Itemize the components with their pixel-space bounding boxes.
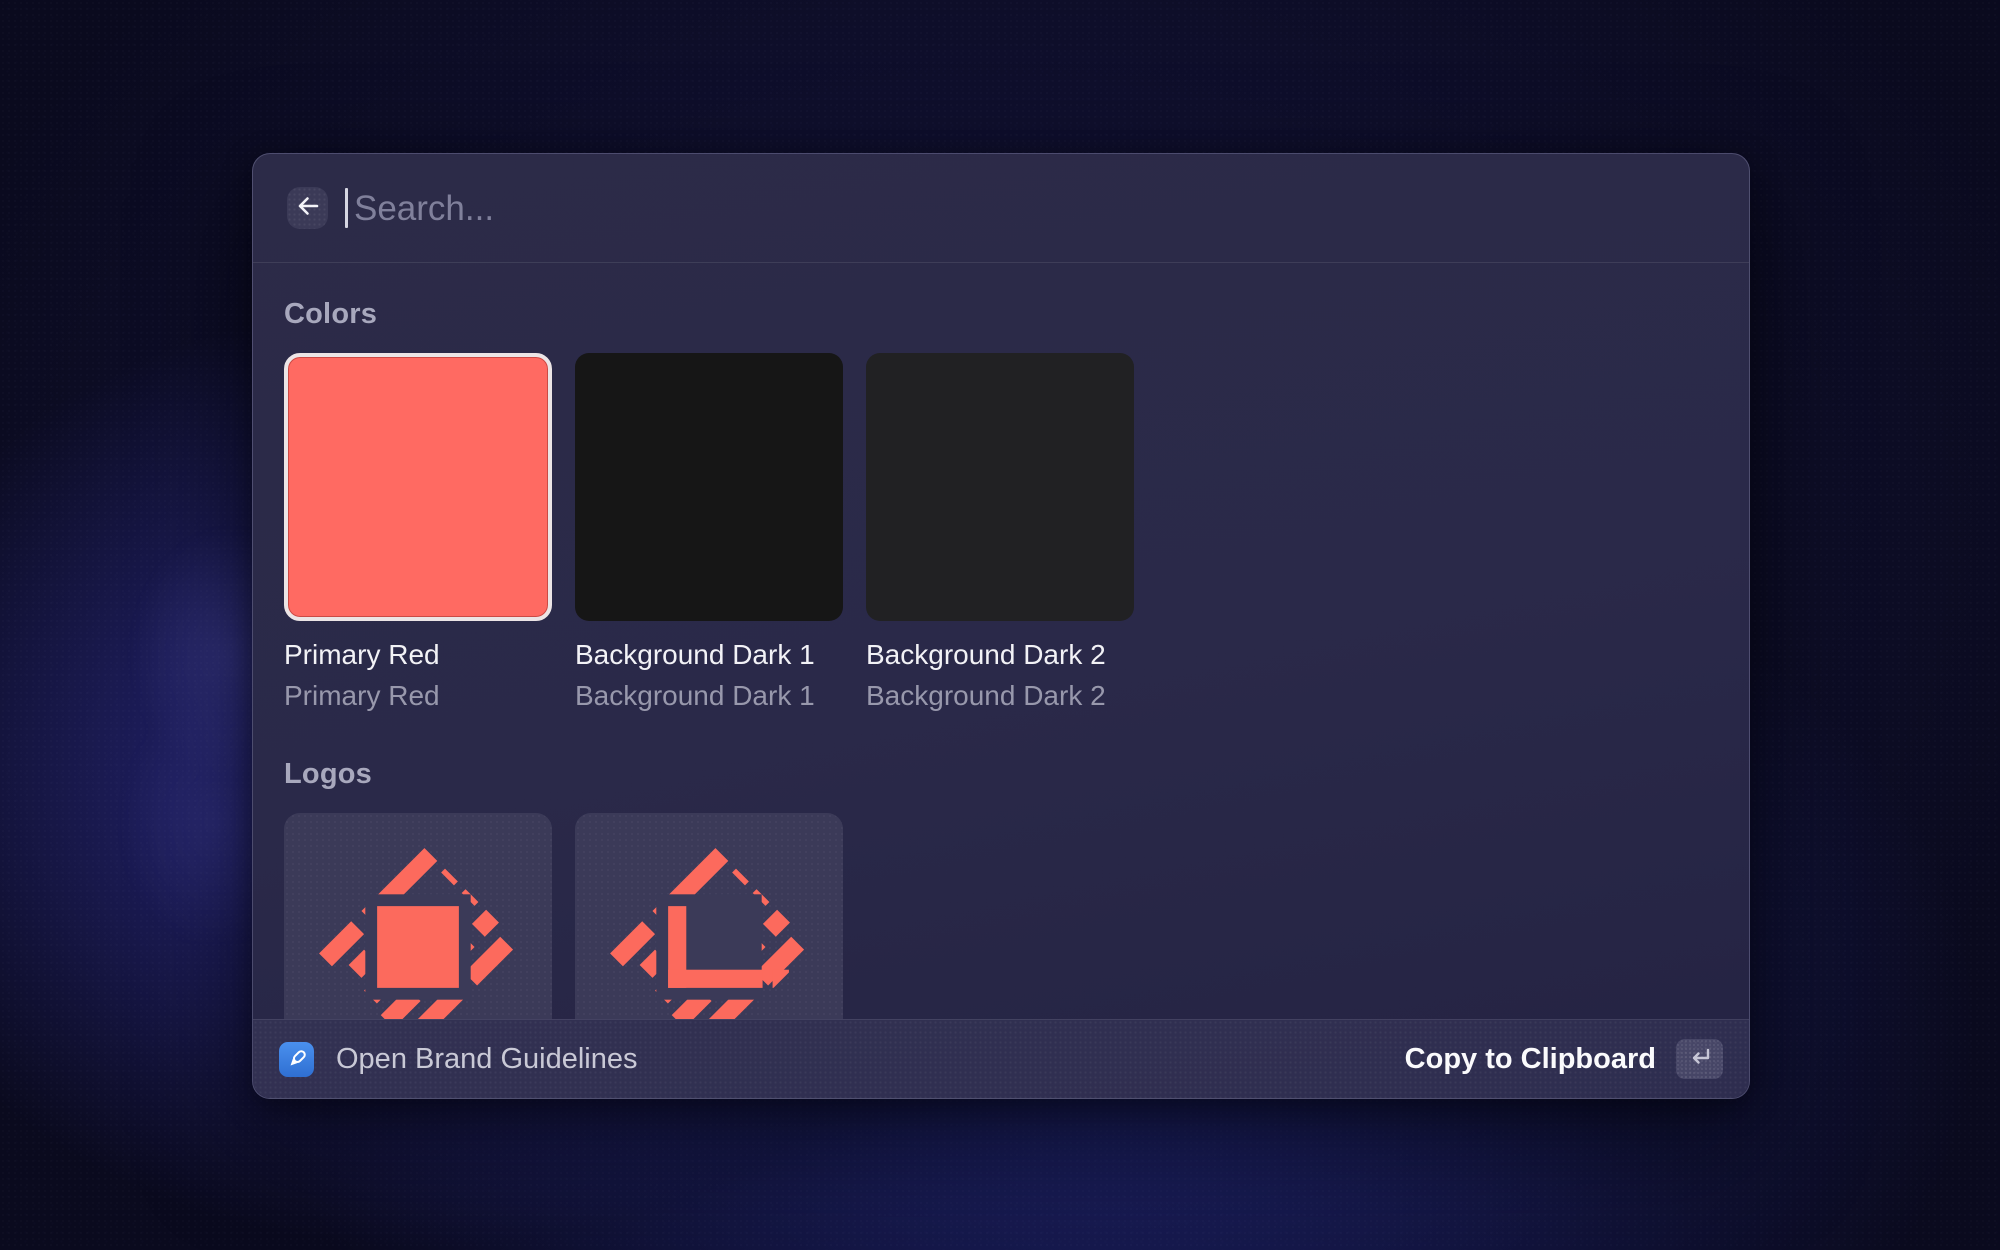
color-item-background-dark-1[interactable]: Background Dark 1 Background Dark 1 [575,353,843,712]
color-item-subtitle: Primary Red [284,680,552,712]
color-item-subtitle: Background Dark 2 [866,680,1134,712]
results-list: Colors Primary Red Primary Red Backgroun… [253,264,1749,1019]
color-swatch-selected[interactable] [284,353,552,621]
color-item-background-dark-2[interactable]: Background Dark 2 Background Dark 2 [866,353,1134,712]
color-item-primary-red[interactable]: Primary Red Primary Red [284,353,552,712]
color-item-name: Primary Red [284,639,552,671]
logo-item-filled[interactable] [284,813,552,1019]
text-caret [345,188,348,228]
brand-logo-filled-square-icon [309,838,527,1019]
brand-logo-outline-square-icon [600,838,818,1019]
color-item-name: Background Dark 2 [866,639,1134,671]
copy-to-clipboard-action[interactable]: Copy to Clipboard [1405,1039,1723,1079]
color-swatch[interactable] [575,353,843,621]
color-item-name: Background Dark 1 [575,639,843,671]
arrow-left-icon [295,193,321,224]
action-bar: Open Brand Guidelines Copy to Clipboard [253,1019,1749,1098]
back-button[interactable] [287,187,328,229]
command-palette-window: Colors Primary Red Primary Red Backgroun… [252,153,1750,1099]
desktop-wallpaper: Colors Primary Red Primary Red Backgroun… [0,0,2000,1250]
logos-grid [284,813,1718,1019]
section-label-logos: Logos [284,758,1718,791]
open-brand-guidelines-action[interactable]: Open Brand Guidelines [279,1042,637,1077]
search-input[interactable] [354,154,1694,263]
color-item-subtitle: Background Dark 1 [575,680,843,712]
logo-item-outline[interactable] [575,813,843,1019]
return-key-icon [1687,1045,1713,1074]
colors-grid: Primary Red Primary Red Background Dark … [284,353,1718,712]
search-header [253,154,1749,263]
copy-to-clipboard-label: Copy to Clipboard [1405,1043,1656,1076]
enter-key-hint [1676,1039,1723,1079]
section-label-colors: Colors [284,298,1718,331]
header-divider [253,262,1749,263]
paintbrush-icon [279,1042,314,1077]
color-swatch[interactable] [866,353,1134,621]
open-brand-guidelines-label: Open Brand Guidelines [336,1043,637,1076]
